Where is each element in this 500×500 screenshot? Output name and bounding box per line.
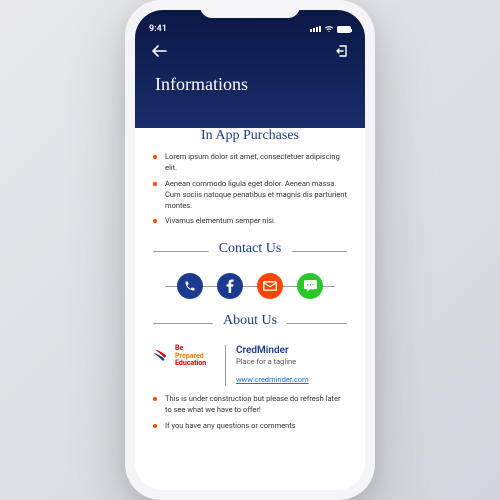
page-title: Informations: [135, 58, 365, 95]
logout-button[interactable]: [335, 44, 349, 58]
brand-block: CredMinder Place for a tagline www.credm…: [234, 345, 347, 386]
battery-icon: [337, 26, 351, 33]
brand-link[interactable]: www.credminder.com: [236, 375, 309, 384]
mail-icon: [263, 281, 277, 291]
list-item: Vivamus elementum semper nisi.: [153, 216, 347, 227]
list-item: Aenean commodo ligula eget dolor. Aenean…: [153, 179, 347, 212]
sms-icon: [304, 280, 317, 292]
purchases-heading: In App Purchases: [153, 128, 347, 144]
purchases-list: Lorem ipsum dolor sit amet, consectetuer…: [153, 152, 347, 227]
email-button[interactable]: [257, 273, 283, 299]
wifi-icon: [324, 25, 334, 33]
facebook-icon: [226, 279, 234, 293]
logo: Be Prepared Education: [153, 345, 217, 367]
list-item: If you have any questions or comments: [153, 421, 347, 432]
nav-row: [135, 38, 365, 58]
status-bar: 9:41: [135, 18, 365, 38]
contact-buttons: [153, 273, 347, 299]
wing-icon: [153, 347, 173, 365]
vertical-divider: [225, 345, 226, 386]
phone-frame: 9:41 Informations In App Purchases Lorem…: [125, 0, 375, 500]
back-button[interactable]: [151, 44, 167, 58]
status-right: [310, 25, 351, 33]
signal-icon: [310, 26, 321, 32]
sms-button[interactable]: [297, 273, 323, 299]
header: 9:41 Informations: [135, 10, 365, 128]
list-item: Lorem ipsum dolor sit amet, consectetuer…: [153, 152, 347, 174]
about-row: Be Prepared Education CredMinder Place f…: [153, 345, 347, 386]
list-item: This is under construction but please do…: [153, 394, 347, 416]
screen: 9:41 Informations In App Purchases Lorem…: [135, 10, 365, 490]
phone-button[interactable]: [177, 273, 203, 299]
about-heading: About Us: [213, 313, 287, 329]
contact-heading: Contact Us: [209, 241, 292, 257]
phone-icon: [184, 280, 196, 292]
contact-divider: Contact Us: [153, 237, 347, 265]
brand-tagline: Place for a tagline: [236, 357, 347, 366]
logo-line3: Education: [175, 360, 206, 367]
notch: [200, 0, 300, 18]
brand-name: CredMinder: [236, 345, 347, 356]
about-divider: About Us: [153, 309, 347, 337]
content-card: In App Purchases Lorem ipsum dolor sit a…: [135, 112, 365, 490]
status-time: 9:41: [149, 24, 167, 34]
facebook-button[interactable]: [217, 273, 243, 299]
about-list: This is under construction but please do…: [153, 394, 347, 432]
